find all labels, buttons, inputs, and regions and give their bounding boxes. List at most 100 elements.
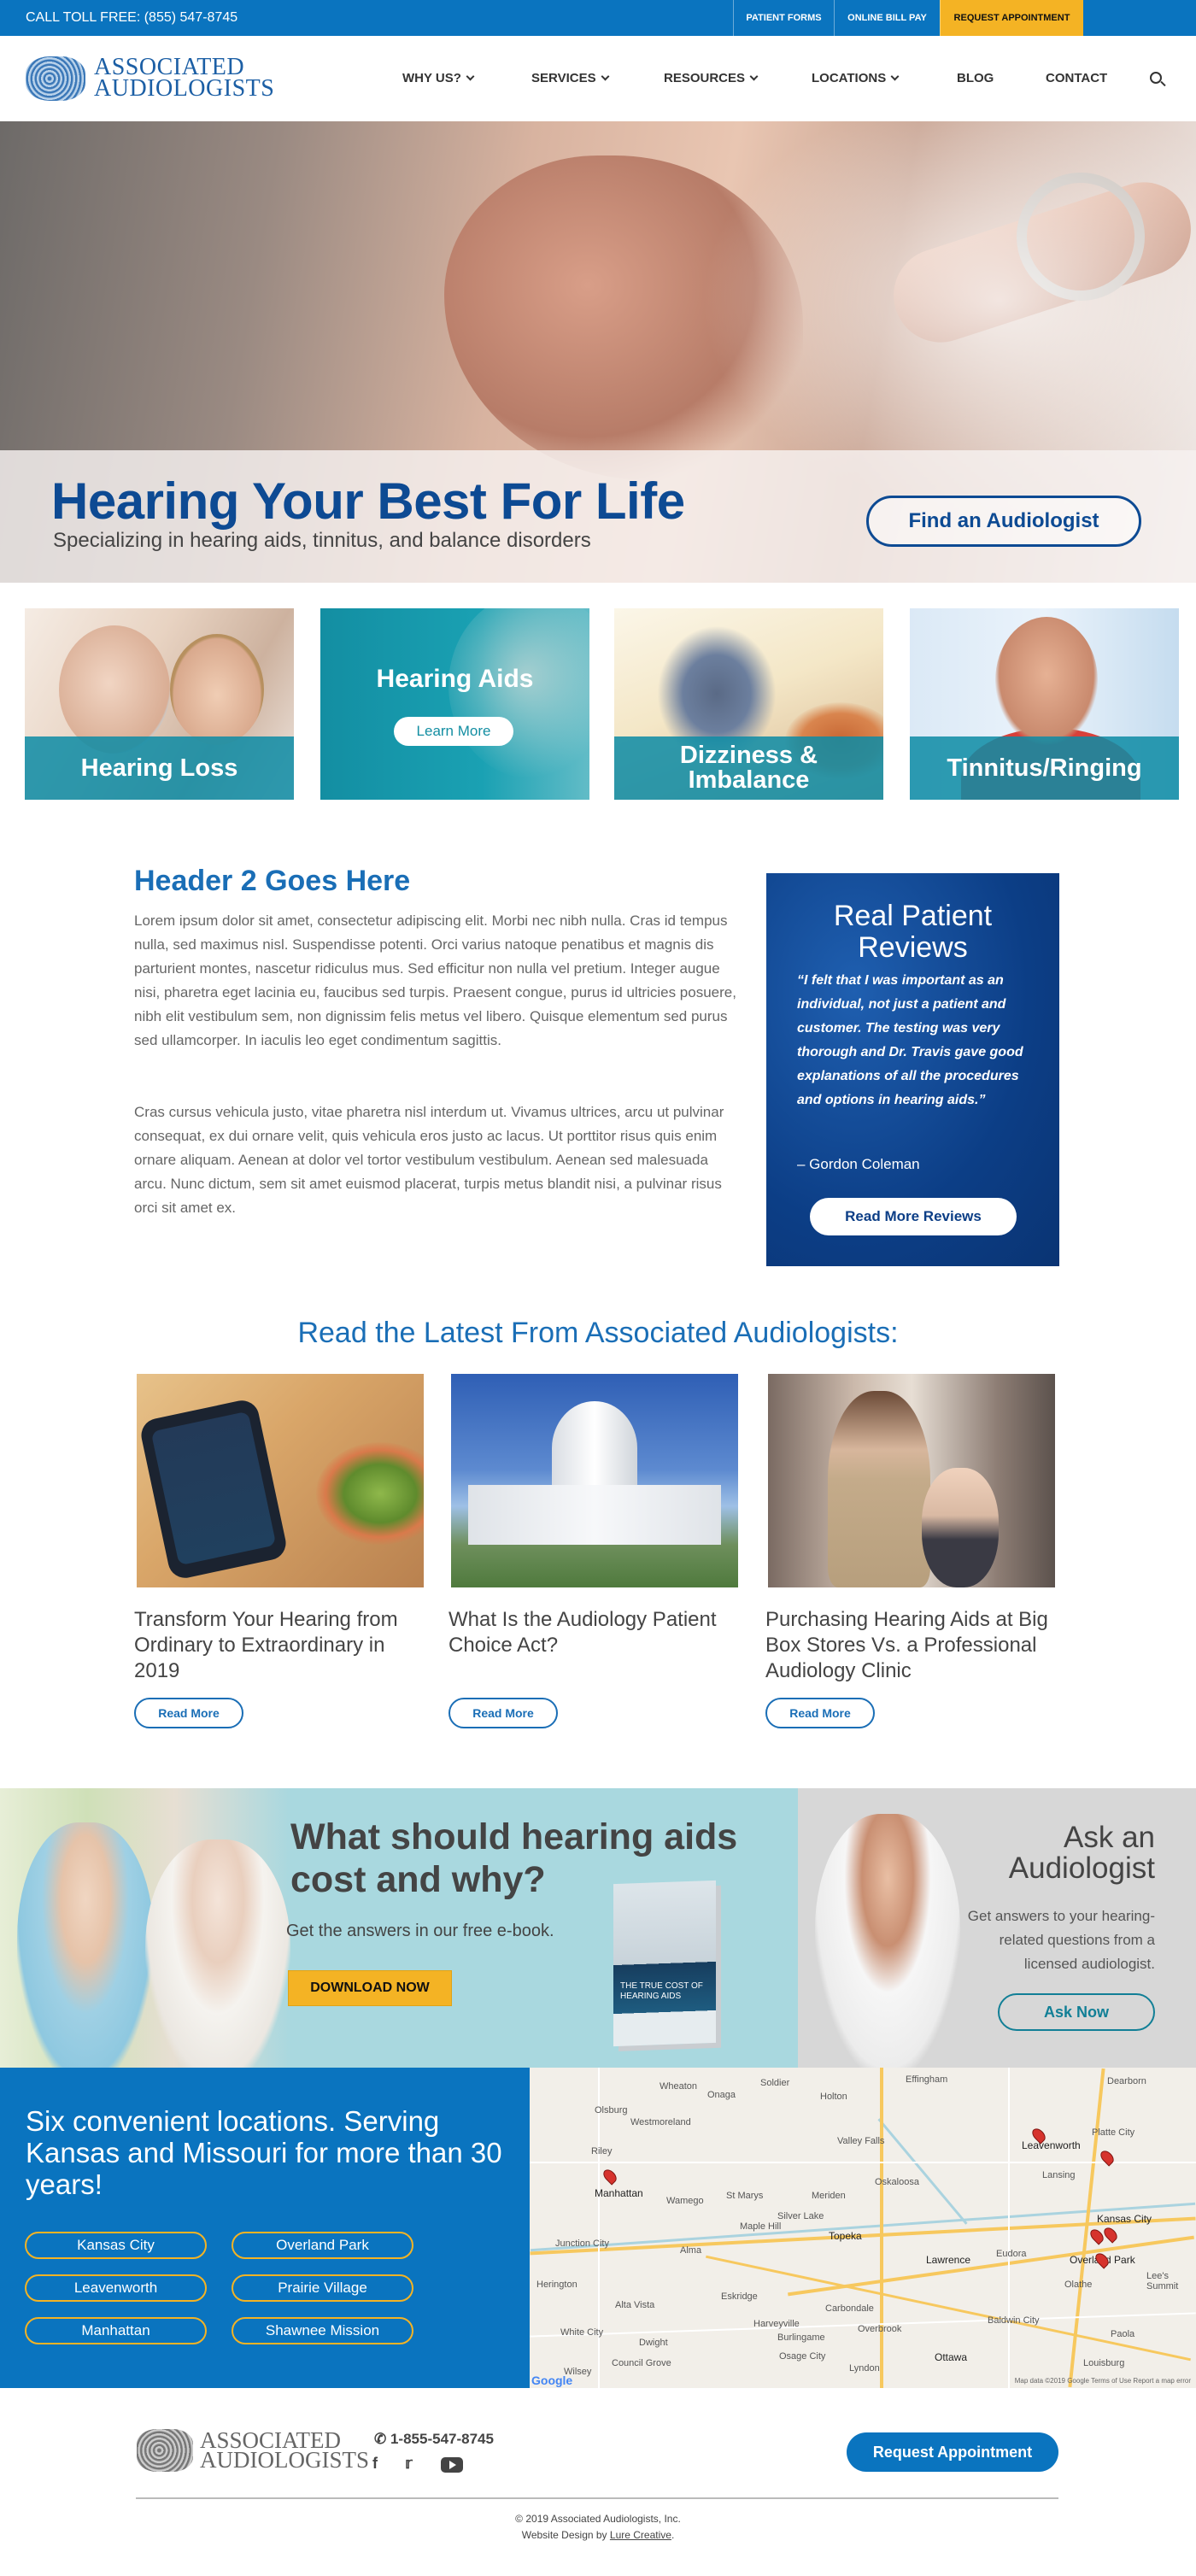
phone-icon: ✆	[374, 2431, 390, 2447]
footer-logo[interactable]: ASSOCIATED AUDIOLOGISTS	[137, 2429, 369, 2472]
locations-map[interactable]: Wheaton Onaga Soldier Holton Effingham D…	[530, 2068, 1196, 2388]
map-city-label: Kansas City	[1097, 2213, 1152, 2225]
location-manhattan-button[interactable]: Manhattan	[25, 2317, 207, 2344]
nav-contact[interactable]: CONTACT	[1046, 36, 1107, 121]
ebook-cover-title: THE TRUE COST OF HEARING AIDS	[620, 1981, 703, 2001]
map-city-label: Dearborn	[1107, 2076, 1146, 2086]
map-city-label: Topeka	[829, 2230, 862, 2242]
logo-text-line2: AUDIOLOGISTS	[94, 75, 275, 102]
logo-swirl-icon	[26, 56, 85, 101]
nav-why-us[interactable]: WHY US?	[402, 36, 475, 121]
map-city-label: Wamego	[666, 2196, 704, 2206]
tile-label: Dizziness & Imbalance	[614, 736, 883, 800]
post-title[interactable]: Transform Your Hearing from Ordinary to …	[134, 1607, 421, 1684]
salad-photo	[316, 1442, 424, 1545]
map-city-label: Riley	[591, 2146, 613, 2156]
map-city-label: Olathe	[1064, 2280, 1093, 2290]
read-more-button[interactable]: Read More	[765, 1698, 875, 1728]
map-city-label: Burlingame	[777, 2332, 825, 2343]
ask-title-line1: Ask an	[1064, 1821, 1155, 1854]
grandson-photo	[170, 634, 264, 745]
facebook-icon[interactable]: f	[372, 2455, 378, 2472]
hero: Hearing Your Best For Life Specializing …	[0, 121, 1196, 583]
map-attribution[interactable]: Map data ©2019 Google Terms of Use Repor…	[1015, 2377, 1191, 2385]
body-paragraph: Cras cursus vehicula justo, vitae pharet…	[134, 1104, 724, 1216]
post-image[interactable]	[137, 1374, 424, 1587]
read-more-button[interactable]: Read More	[134, 1698, 243, 1728]
learn-more-button[interactable]: Learn More	[394, 717, 513, 746]
review-author: – Gordon Coleman	[797, 1156, 920, 1172]
man-photo	[995, 617, 1098, 745]
lure-creative-link[interactable]: Lure Creative	[610, 2529, 671, 2541]
map-city-label: Eudora	[996, 2249, 1027, 2259]
map-city-label: Maple Hill	[740, 2221, 782, 2232]
ask-text: Get answers to your hearing-related ques…	[967, 1908, 1155, 1972]
logo-swirl-icon	[137, 2429, 193, 2472]
location-overland-park-button[interactable]: Overland Park	[232, 2232, 413, 2259]
map-city-label: Effingham	[906, 2074, 948, 2085]
request-appointment-link[interactable]: REQUEST APPOINTMENT	[940, 0, 1083, 36]
reviews-title-line2: Reviews	[858, 931, 968, 964]
location-kansas-city-button[interactable]: Kansas City	[25, 2232, 207, 2259]
map-city-label: Oskaloosa	[875, 2177, 919, 2187]
map-city-label: Council Grove	[612, 2358, 671, 2368]
google-logo: Google	[531, 2374, 573, 2387]
tile-hearing-loss[interactable]: Hearing Loss	[25, 608, 294, 800]
post-title[interactable]: Purchasing Hearing Aids at Big Box Store…	[765, 1607, 1052, 1684]
map-city-label: Onaga	[707, 2090, 736, 2100]
footer-request-appointment-button[interactable]: Request Appointment	[847, 2432, 1058, 2472]
map-pin-manhattan[interactable]	[601, 2167, 619, 2186]
tile-label: Tinnitus/Ringing	[910, 736, 1179, 800]
footer-phone[interactable]: ✆ 1-855-547-8745	[374, 2431, 494, 2448]
ebook-subtitle: Get the answers in our free e-book.	[286, 1922, 554, 1940]
post-image[interactable]	[451, 1374, 738, 1587]
location-shawnee-mission-button[interactable]: Shawnee Mission	[232, 2317, 413, 2344]
ask-now-button[interactable]: Ask Now	[998, 1993, 1155, 2031]
patient-forms-link[interactable]: PATIENT FORMS	[733, 0, 834, 36]
location-prairie-village-button[interactable]: Prairie Village	[232, 2274, 413, 2302]
tile-hearing-aids[interactable]: Hearing Aids Learn More	[320, 608, 589, 800]
nav-locations[interactable]: LOCATIONS	[812, 36, 900, 121]
map-pin-prairie-village[interactable]	[1101, 2225, 1120, 2244]
chevron-down-icon	[749, 72, 759, 81]
logo[interactable]: ASSOCIATED AUDIOLOGISTS	[26, 55, 274, 103]
chevron-down-icon	[601, 72, 610, 81]
twitter-icon[interactable]: 𝕣	[405, 2455, 413, 2472]
tile-tinnitus[interactable]: Tinnitus/Ringing	[910, 608, 1179, 800]
nav-resources[interactable]: RESOURCES	[664, 36, 759, 121]
map-city-label: Alma	[680, 2245, 702, 2256]
find-audiologist-button[interactable]: Find an Audiologist	[866, 496, 1141, 547]
read-more-reviews-button[interactable]: Read More Reviews	[810, 1198, 1017, 1235]
nav-blog[interactable]: BLOG	[957, 36, 994, 121]
youtube-icon[interactable]	[441, 2457, 463, 2473]
grandmother-photo	[59, 625, 170, 754]
footer-logo-line2: AUDIOLOGISTS	[200, 2447, 369, 2473]
map-city-label: Holton	[820, 2092, 847, 2102]
location-leavenworth-button[interactable]: Leavenworth	[25, 2274, 207, 2302]
download-now-button[interactable]: DOWNLOAD NOW	[288, 1970, 452, 2006]
map-city-label: Soldier	[760, 2078, 790, 2088]
capitol-dome-photo	[552, 1401, 637, 1495]
read-more-button[interactable]: Read More	[448, 1698, 558, 1728]
map-city-label: Lee's Summit	[1146, 2271, 1179, 2291]
map-pin-kansas-city-north[interactable]	[1098, 2148, 1117, 2167]
online-bill-pay-link[interactable]: ONLINE BILL PAY	[834, 0, 940, 36]
latest-heading: Read the Latest From Associated Audiolog…	[297, 1317, 899, 1349]
map-city-label: Osage City	[779, 2351, 826, 2362]
tile-dizziness[interactable]: Dizziness & Imbalance	[614, 608, 883, 800]
section-heading: Header 2 Goes Here	[134, 865, 411, 897]
post-image[interactable]	[768, 1374, 1055, 1587]
map-city-label: Paola	[1111, 2329, 1135, 2339]
toll-free-number[interactable]: CALL TOLL FREE: (855) 547-8745	[26, 0, 237, 36]
girl-photo	[922, 1468, 999, 1587]
woman-photo	[828, 1391, 930, 1587]
body-paragraph: Lorem ipsum dolor sit amet, consectetur …	[134, 912, 736, 1048]
tile-label: Hearing Loss	[25, 736, 294, 800]
nav-services[interactable]: SERVICES	[531, 36, 610, 121]
map-city-label: Valley Falls	[837, 2136, 885, 2146]
search-icon[interactable]	[1150, 72, 1162, 84]
post-title[interactable]: What Is the Audiology Patient Choice Act…	[448, 1607, 736, 1658]
top-bar: CALL TOLL FREE: (855) 547-8745 PATIENT F…	[0, 0, 1196, 36]
capitol-building-photo	[468, 1485, 721, 1545]
map-city-label: Platte City	[1092, 2127, 1135, 2138]
